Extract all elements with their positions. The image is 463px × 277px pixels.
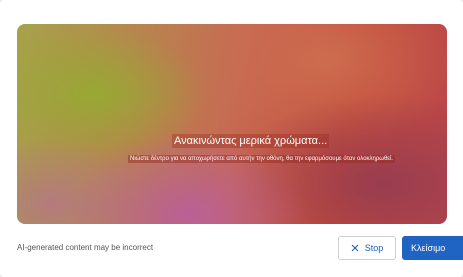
close-x-icon — [351, 244, 359, 252]
close-button[interactable]: Κλείσιμο — [402, 236, 463, 260]
stop-button-label: Stop — [364, 243, 384, 253]
progress-headline: Ανακινώντας μερικά χρώματα... — [172, 134, 330, 148]
ai-disclaimer: AI-generated content may be incorrect — [17, 243, 154, 252]
progress-subline: Νιώστε δέντρο για να αποχωρήσετε από αυτ… — [128, 155, 395, 163]
generation-dialog: Ανακινώντας μερικά χρώματα... Νιώστε δέν… — [0, 0, 463, 277]
close-button-label: Κλείσιμο — [411, 243, 446, 253]
color-preview-canvas: Ανακινώντας μερικά χρώματα... Νιώστε δέν… — [17, 24, 447, 224]
stop-button[interactable]: Stop — [338, 236, 396, 260]
